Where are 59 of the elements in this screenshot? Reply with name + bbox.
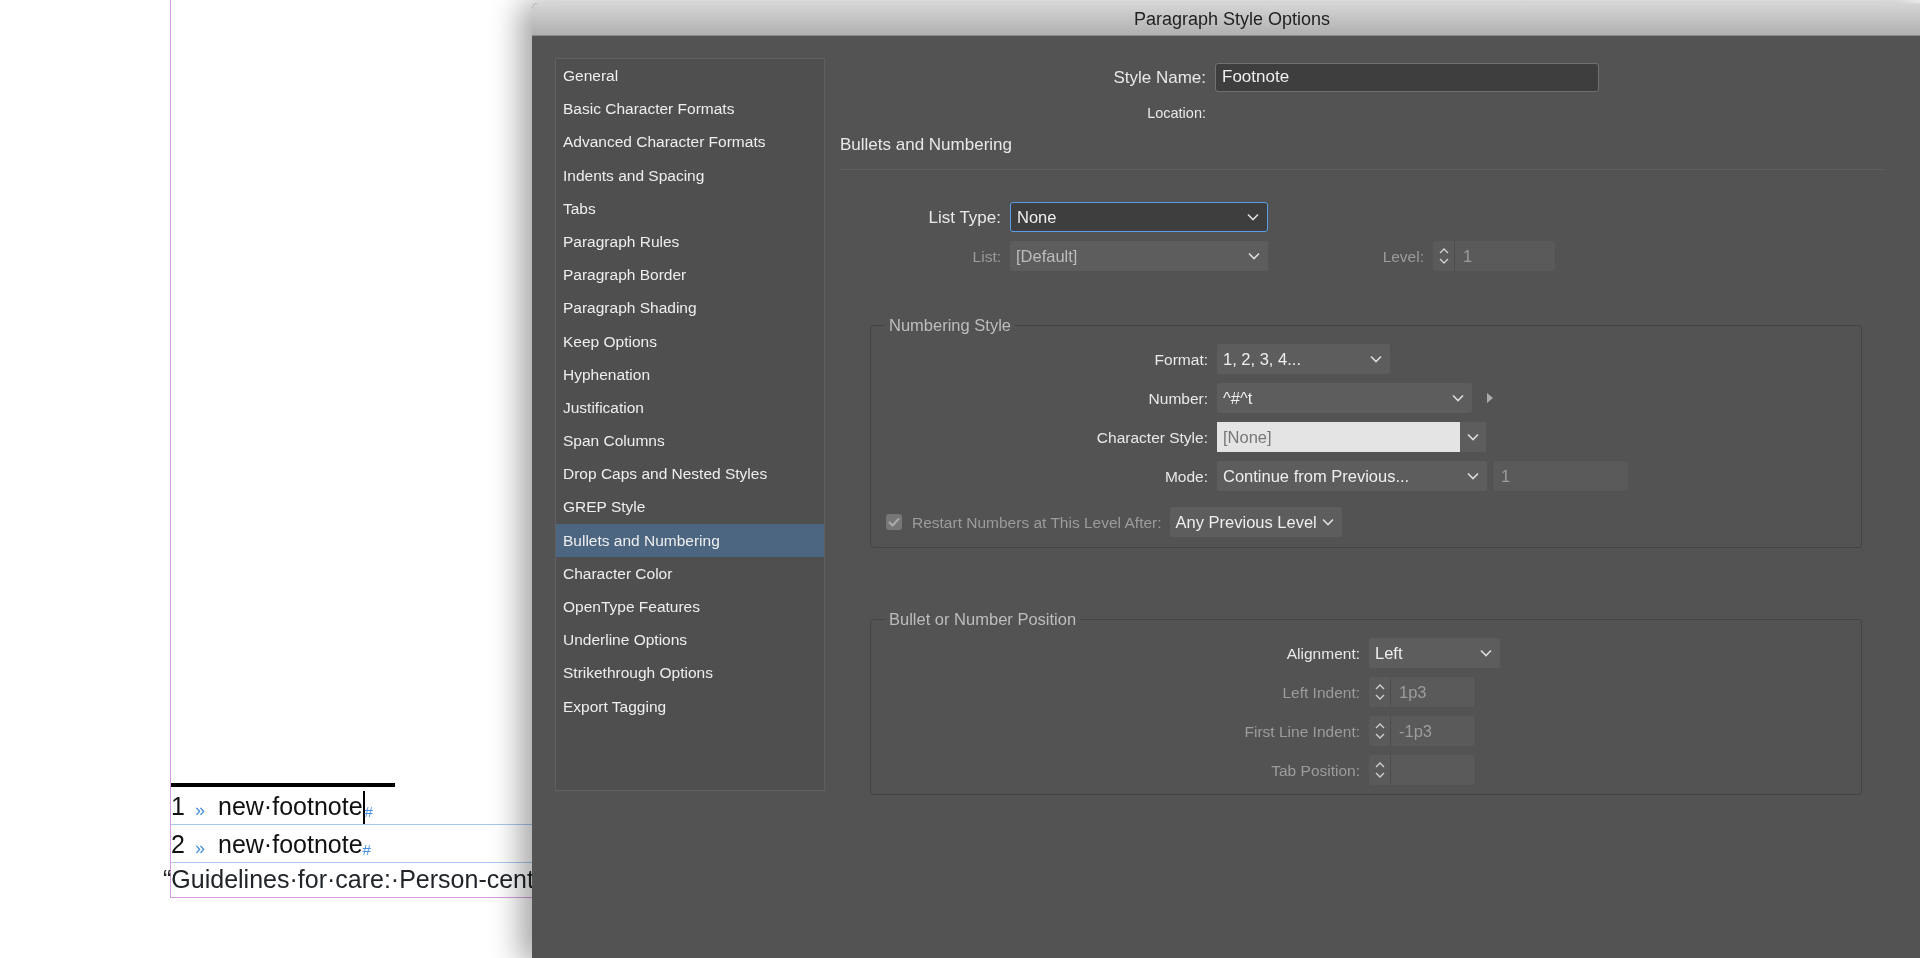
field-label: First Line Indent: [1243,721,1361,742]
body-text: “Guidelines·for·care:·Person-cent [163,864,535,896]
chevron-icon [1467,472,1479,481]
field-label: Alignment: [1285,643,1361,664]
category-item[interactable]: Drop Caps and Nested Styles [556,457,824,491]
paragraph-end-marker: # [362,841,371,861]
dropdown[interactable]: ^#^t [1217,383,1472,414]
category-item[interactable]: GREP Style [556,490,824,524]
chevron-icon [1467,433,1479,442]
flyout-arrow-icon[interactable] [1486,392,1494,405]
style-name-field[interactable]: Footnote [1215,63,1599,92]
chevron-icon [1248,252,1260,261]
dropdown[interactable]: Continue from Previous... [1217,461,1487,492]
field-label: Location: [1146,104,1207,123]
category-item[interactable]: Bullets and Numbering [556,523,824,557]
category-item[interactable]: Strikethrough Options [556,656,824,690]
checkbox-label: Restart Numbers at This Level After: [912,512,1162,533]
tab-marker: » [195,837,206,860]
chevron-icon [1370,355,1382,364]
category-item[interactable]: Advanced Character Formats [556,125,824,159]
field-label: Tab Position: [1270,760,1361,781]
category-item[interactable]: Character Color [556,556,824,590]
chevron-icon [1321,518,1334,527]
chevron-icon [1480,649,1492,658]
footnote-text[interactable]: new·footnote [218,791,365,825]
chevron-icon [1247,213,1259,222]
category-item[interactable]: Paragraph Border [556,258,824,292]
category-item[interactable]: Justification [556,390,824,425]
category-item[interactable]: Basic Character Formats [556,92,824,126]
field-label: Character Style: [1095,427,1209,448]
tab-marker: » [195,799,206,822]
category-item[interactable]: Indents and Spacing [556,158,824,192]
field-label: List: [971,246,1002,267]
category-item[interactable]: General [556,59,824,93]
field-label: Left Indent: [1281,682,1361,703]
field-label: Level: [1381,246,1425,267]
category-item[interactable]: Span Columns [556,424,824,458]
chevron-icon [1452,394,1464,403]
footnote-text[interactable]: new·footnote [218,829,363,863]
field-label: Style Name: [1112,66,1207,89]
category-item[interactable]: Paragraph Shading [556,291,824,325]
category-item[interactable]: Export Tagging [556,689,824,723]
dropdown[interactable]: Left [1369,638,1500,669]
category-item[interactable]: Hyphenation [556,357,824,391]
dropdown[interactable]: None [1010,202,1268,233]
category-item[interactable]: Underline Options [556,623,824,657]
category-item[interactable]: Paragraph Rules [556,224,824,259]
footnote-number: 1 [171,791,186,823]
field-label: Number: [1147,388,1209,409]
dialog-title: Paragraph Style Options [1133,7,1331,31]
section-heading: Bullets and Numbering [840,128,1885,171]
category-item[interactable]: Tabs [556,191,824,225]
field-label: Format: [1153,349,1209,370]
category-item[interactable]: Keep Options [556,324,824,358]
category-item[interactable]: OpenType Features [556,590,824,624]
field-label: Mode: [1163,466,1209,487]
field-label: List Type: [927,206,1002,229]
footnote-number: 2 [171,829,186,861]
dropdown[interactable]: 1, 2, 3, 4... [1217,344,1390,375]
